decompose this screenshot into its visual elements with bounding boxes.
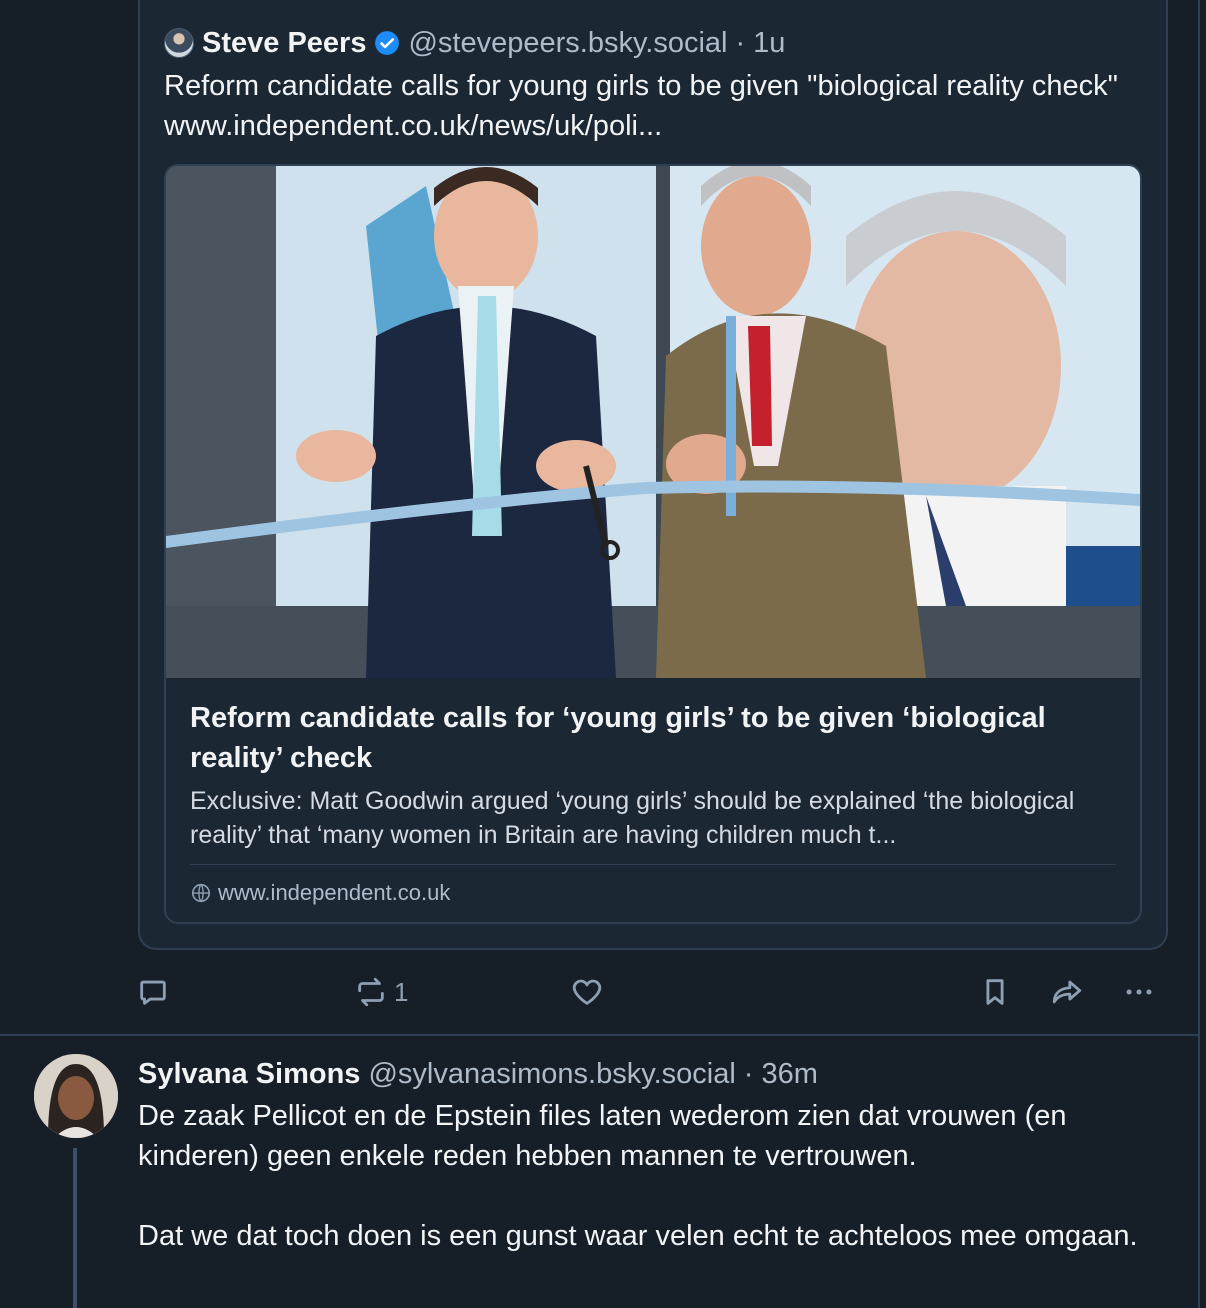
quoted-author-avatar[interactable] [164, 28, 194, 58]
globe-icon [191, 883, 211, 903]
post-text[interactable]: De zaak Pellicot en de Epstein files lat… [138, 1096, 1178, 1296]
comment-bubble-icon [140, 980, 166, 1005]
thread-connector-line [73, 1148, 77, 1308]
post-time[interactable]: 36m [761, 1058, 817, 1091]
quoted-time-separator: · [735, 26, 746, 59]
reply-button[interactable] [136, 972, 170, 1012]
post-author-name[interactable]: Sylvana Simons [138, 1058, 360, 1091]
post-paragraph: De zaak Pellicot en de Epstein files lat… [138, 1100, 1067, 1172]
link-card-divider [190, 864, 1116, 865]
ellipsis-icon [1126, 989, 1152, 995]
post-separator [0, 1034, 1198, 1036]
share-arrow-icon [1052, 980, 1082, 1004]
post-paragraph: Dat we dat toch doen is een gunst waar v… [138, 1220, 1138, 1252]
feed-column-border [1198, 0, 1200, 1308]
repost-icon [358, 977, 384, 1007]
link-card-title[interactable]: Reform candidate calls for ‘young girls’… [190, 698, 1110, 778]
link-domain-text: www.independent.co.uk [218, 880, 451, 905]
external-link-card[interactable]: Reform candidate calls for ‘young girls’… [164, 164, 1142, 924]
post-header: Sylvana Simons @sylvanasimons.bsky.socia… [138, 1056, 818, 1092]
quoted-author-name[interactable]: Steve Peers [202, 27, 366, 60]
quoted-post-header: Steve Peers @stevepeers.bsky.social · 1u [164, 26, 785, 60]
like-button[interactable] [570, 972, 604, 1012]
share-button[interactable] [1050, 972, 1084, 1012]
bookmark-icon [986, 979, 1004, 1005]
heart-icon [572, 979, 602, 1005]
repost-button[interactable]: 1 [354, 972, 408, 1012]
quoted-author-handle[interactable]: @stevepeers.bsky.social [408, 27, 727, 60]
avatar[interactable] [34, 1054, 118, 1138]
more-options-button[interactable] [1122, 972, 1156, 1012]
link-card-description: Exclusive: Matt Goodwin argued ‘young gi… [190, 787, 1075, 849]
post-time-separator: · [743, 1057, 754, 1090]
link-preview-image [166, 166, 1140, 678]
quoted-post-text[interactable]: Reform candidate calls for young girls t… [164, 66, 1144, 146]
post-author-handle[interactable]: @sylvanasimons.bsky.social [368, 1058, 735, 1091]
quoted-post-time[interactable]: 1u [753, 27, 785, 60]
repost-count: 1 [394, 976, 409, 1007]
bookmark-button[interactable] [978, 972, 1012, 1012]
verified-badge-icon [375, 31, 400, 55]
link-card-domain-row: www.independent.co.uk [190, 878, 450, 908]
